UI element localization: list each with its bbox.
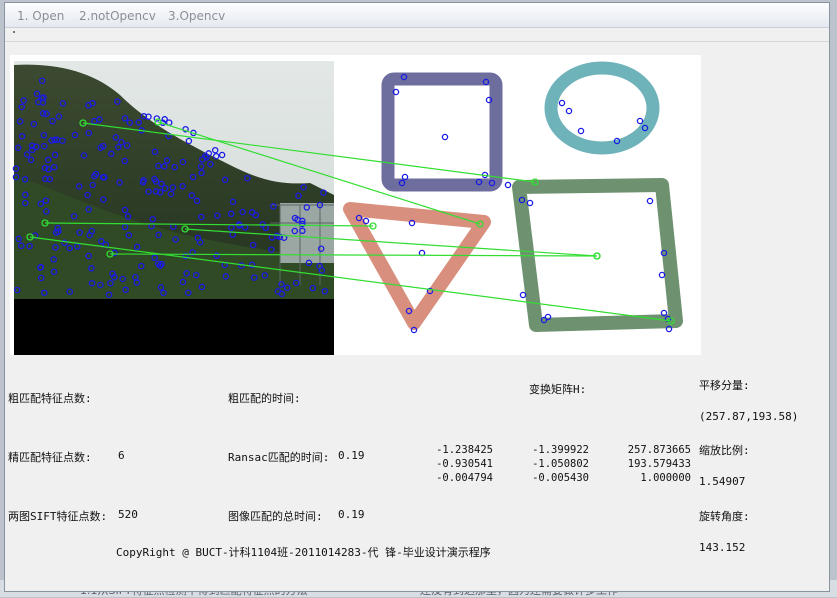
- total-time-value: 0.19: [338, 508, 365, 521]
- matrix-cell: -1.050802: [532, 458, 589, 470]
- fine-points-value: 6: [118, 449, 125, 462]
- total-time-label: 图像匹配的总时间:: [228, 510, 323, 523]
- coarse-time-label: 粗匹配的时间:: [228, 392, 301, 405]
- matrix-label: 变换矩阵H:: [529, 383, 587, 396]
- menu-bar: 1. Open 2.notOpencv 3.Opencv: [5, 3, 829, 28]
- matrix-cell: -0.005430: [532, 472, 589, 484]
- left-image-building: [280, 203, 334, 263]
- toolbar-grip: [13, 31, 15, 33]
- main-window: 1. Open 2.notOpencv 3.Opencv 粗匹配特征点数: 粗匹…: [4, 2, 830, 592]
- matrix-cell: 193.579433: [627, 458, 691, 470]
- sift-points-value: 520: [118, 508, 138, 521]
- rotation-value: 143.152: [699, 541, 746, 554]
- translation-value: (257.87,193.58): [699, 410, 799, 423]
- rotation-label: 旋转角度:: [699, 510, 750, 523]
- fine-points-label: 精匹配特征点数:: [8, 451, 92, 464]
- matrix-cell: -1.238425: [436, 444, 493, 456]
- copyright-text: CopyRight @ BUCT-计科1104班-2011014283-代 锋-…: [116, 546, 491, 559]
- matrix-cell: -1.399922: [532, 444, 589, 456]
- menu-open[interactable]: 1. Open: [17, 9, 64, 23]
- match-image-panel: [10, 55, 701, 355]
- ransac-time-value: 0.19: [338, 449, 365, 462]
- scale-label: 缩放比例:: [699, 444, 750, 457]
- sift-points-label: 两图SIFT特征点数:: [8, 510, 108, 523]
- menu-opencv[interactable]: 3.Opencv: [168, 9, 225, 23]
- scale-value: 1.54907: [699, 475, 746, 488]
- translation-label: 平移分量:: [699, 379, 750, 392]
- match-visualization: [12, 55, 701, 355]
- matrix-cell: -0.004794: [436, 472, 493, 484]
- matrix-cell: 1.000000: [640, 472, 691, 484]
- coarse-points-label: 粗匹配特征点数:: [8, 392, 92, 405]
- matrix-cell: -0.930541: [436, 458, 493, 470]
- toolbar: [5, 28, 829, 42]
- matrix-cell: 257.873665: [627, 444, 691, 456]
- menu-not-opencv[interactable]: 2.notOpencv: [79, 9, 156, 23]
- ransac-time-label: Ransac匹配的时间:: [228, 451, 330, 464]
